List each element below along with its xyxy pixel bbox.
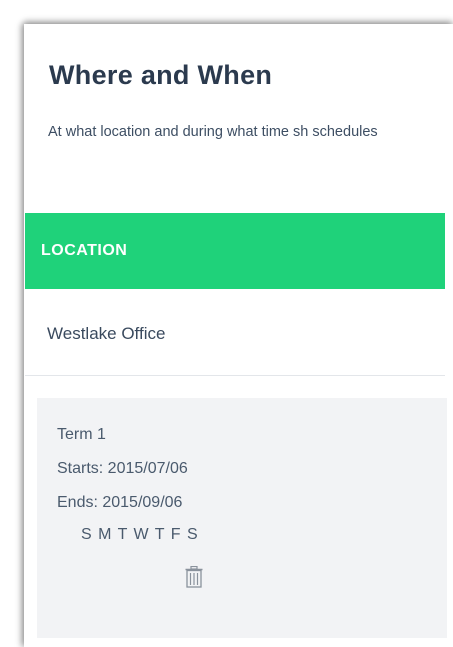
location-column-header: LOCATION bbox=[41, 242, 128, 259]
section-title: Where and When bbox=[49, 60, 273, 90]
location-table-header: LOCATION bbox=[25, 213, 445, 289]
term-card: Term 1 Starts: 2015/07/06 Ends: 2015/09/… bbox=[37, 398, 447, 638]
term-start-date: Starts: 2015/07/06 bbox=[57, 460, 188, 477]
trash-icon[interactable] bbox=[185, 566, 203, 588]
term-title: Term 1 bbox=[57, 426, 106, 443]
term-end-date: Ends: 2015/09/06 bbox=[57, 494, 183, 511]
location-name: Westlake Office bbox=[47, 324, 166, 343]
location-row[interactable]: Westlake Office bbox=[25, 289, 445, 376]
section-description: At what location and during what time sh… bbox=[48, 124, 378, 140]
term-weekdays: S M T W T F S bbox=[81, 526, 199, 543]
